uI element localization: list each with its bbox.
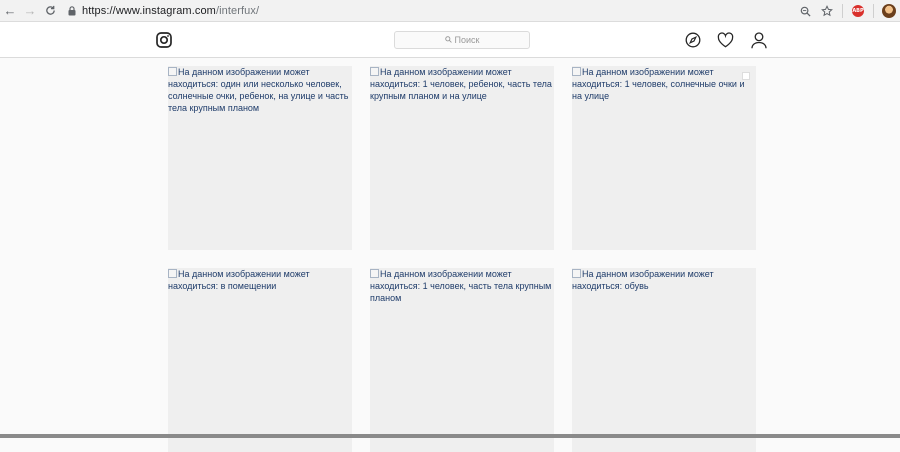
address-bar[interactable]: https://www.instagram.com/interfux/ (66, 2, 786, 20)
post-alt-label: На данном изображении может находиться: … (572, 269, 714, 291)
search-input[interactable]: Поиск (394, 31, 530, 49)
post-alt-label: На данном изображении может находиться: … (168, 67, 349, 113)
instagram-logo-icon[interactable] (156, 32, 172, 48)
toolbar-divider (842, 4, 843, 18)
profile-button[interactable] (878, 0, 900, 22)
post-tile[interactable]: На данном изображении может находиться: … (572, 66, 756, 250)
post-alt-label: На данном изображении может находиться: … (572, 67, 745, 101)
carousel-icon (742, 72, 750, 80)
reload-button[interactable] (40, 0, 60, 22)
post-tile[interactable]: На данном изображении может находиться: … (572, 268, 756, 452)
post-alt-text: На данном изображении может находиться: … (572, 268, 756, 292)
star-icon (821, 5, 833, 17)
post-alt-text: На данном изображении может находиться: … (370, 66, 554, 102)
url-path: /interfux/ (215, 4, 260, 17)
browser-toolbar: ← → https://www.instagram.com/interfux/ … (0, 0, 900, 22)
search-placeholder: Поиск (454, 35, 480, 45)
heart-icon (717, 32, 733, 48)
profile-nav-button[interactable] (750, 31, 768, 49)
post-alt-text: На данном изображении может находиться: … (572, 66, 756, 102)
forward-button[interactable]: → (20, 0, 40, 22)
broken-image-icon (370, 269, 379, 278)
url-host: https://www.instagram.com (82, 4, 216, 17)
zoom-button[interactable] (794, 0, 816, 22)
post-alt-text: На данном изображении может находиться: … (370, 268, 554, 304)
broken-image-icon (168, 269, 177, 278)
posts-grid: На данном изображении может находиться: … (168, 66, 756, 452)
adblock-extension-button[interactable]: ABP (847, 0, 869, 22)
activity-button[interactable] (716, 31, 734, 49)
adblock-icon: ABP (852, 5, 864, 17)
search-icon (444, 35, 452, 45)
toolbar-divider (873, 4, 874, 18)
post-tile[interactable]: На данном изображении может находиться: … (168, 268, 352, 452)
post-tile[interactable]: На данном изображении может находиться: … (370, 268, 554, 452)
broken-image-icon (168, 67, 177, 76)
compass-icon (685, 32, 701, 48)
back-button[interactable]: ← (0, 0, 20, 22)
post-alt-text: На данном изображении может находиться: … (168, 66, 352, 114)
user-icon (751, 31, 767, 48)
zoom-icon (800, 6, 811, 17)
window-bottom-edge (0, 434, 900, 438)
bookmark-star-button[interactable] (816, 0, 838, 22)
url-text: https://www.instagram.com/interfux/ (82, 5, 259, 17)
broken-image-icon (572, 269, 581, 278)
post-alt-label: На данном изображении может находиться: … (370, 269, 552, 303)
avatar (882, 4, 896, 18)
instagram-header: Поиск (0, 22, 900, 58)
browser-actions: ABP (794, 0, 900, 22)
post-alt-label: На данном изображении может находиться: … (168, 269, 310, 291)
broken-image-icon (370, 67, 379, 76)
post-alt-text: На данном изображении может находиться: … (168, 268, 352, 292)
post-tile[interactable]: На данном изображении может находиться: … (168, 66, 352, 250)
post-alt-label: На данном изображении может находиться: … (370, 67, 552, 101)
lock-icon (66, 5, 78, 16)
reload-icon (45, 5, 55, 15)
post-tile[interactable]: На данном изображении может находиться: … (370, 66, 554, 250)
explore-button[interactable] (684, 31, 702, 49)
broken-image-icon (572, 67, 581, 76)
